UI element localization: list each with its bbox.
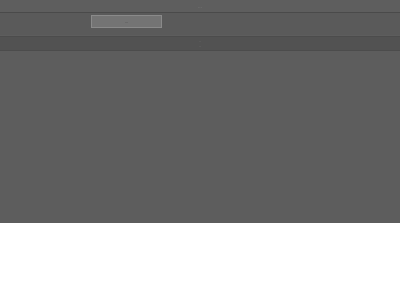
info-strip: ... ... (0, 36, 400, 51)
content-area (0, 50, 400, 223)
title-bar: ... (0, 0, 400, 13)
toolbar: ... (0, 13, 400, 35)
info-line-2: ... (198, 44, 202, 48)
primary-button[interactable]: ... (91, 15, 162, 28)
info-line-1: ... (198, 39, 202, 43)
primary-button-label: ... (124, 19, 129, 24)
window-title: ... (198, 3, 202, 9)
app-window: ... ... ... ... (0, 0, 400, 223)
